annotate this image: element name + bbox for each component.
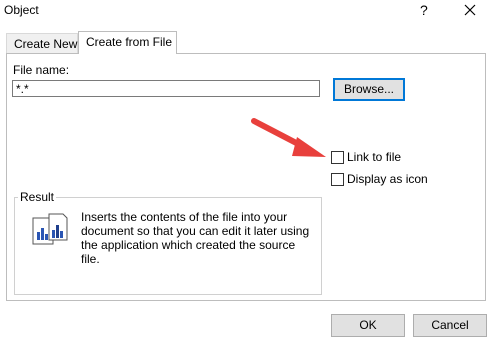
result-legend: Result bbox=[18, 190, 57, 204]
link-to-file-label[interactable]: Link to file bbox=[347, 150, 401, 164]
window-title: Object bbox=[4, 3, 39, 17]
file-name-input[interactable] bbox=[12, 80, 320, 97]
file-name-label: File name: bbox=[13, 63, 70, 77]
link-to-file-checkbox[interactable] bbox=[331, 151, 344, 164]
tab-create-from-file[interactable]: Create from File bbox=[78, 31, 177, 54]
result-description: Inserts the contents of the file into yo… bbox=[81, 210, 310, 266]
annotation-arrow bbox=[251, 118, 326, 157]
help-button[interactable]: ? bbox=[420, 2, 428, 18]
display-as-icon-checkbox[interactable] bbox=[331, 173, 344, 186]
close-icon[interactable] bbox=[462, 2, 478, 18]
tab-create-from-file-label: Create from File bbox=[86, 35, 173, 49]
tab-create-new-label: Create New bbox=[14, 37, 78, 51]
tab-create-new[interactable]: Create New bbox=[6, 33, 78, 53]
browse-button[interactable]: Browse... bbox=[333, 78, 405, 101]
cancel-button[interactable]: Cancel bbox=[413, 314, 487, 337]
ok-button[interactable]: OK bbox=[331, 314, 405, 337]
display-as-icon-label[interactable]: Display as icon bbox=[347, 172, 428, 186]
file-chart-icon bbox=[32, 213, 68, 245]
title-bar: Object ? bbox=[0, 0, 493, 24]
